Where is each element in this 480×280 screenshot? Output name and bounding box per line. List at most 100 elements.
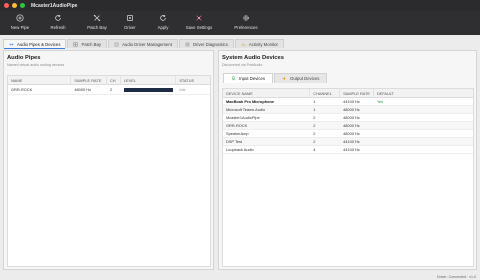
device-name: Loopback Audio: [226, 147, 254, 152]
devices-table-header: DEVICE NAME CHANNEL SAMPLE RATE DEFAULT: [223, 89, 473, 98]
table-row[interactable]: Microsoft Teams Audio 1 48000 Hz: [223, 106, 473, 114]
device-channels: 2: [313, 131, 316, 136]
pipe-channels: 2: [110, 87, 113, 92]
tab-activity-monitor[interactable]: Activity Monitor: [234, 39, 284, 48]
device-name: DSP Test: [226, 139, 243, 144]
driver-icon: [114, 42, 119, 46]
device-name: SpeakerAmp: [226, 131, 249, 136]
close-window-button[interactable]: [4, 3, 9, 8]
column-header-default[interactable]: DEFAULT: [374, 89, 473, 97]
device-sample-rate: 48000 Hz: [343, 115, 360, 120]
pipes-table-header: NAME SAMPLE RATE CH LEVEL STATUS: [8, 76, 210, 85]
driver-label: Driver: [124, 25, 136, 30]
refresh-label: Refresh: [50, 25, 66, 30]
device-default: [374, 114, 473, 121]
table-row[interactable]: DSP Test 2 44100 Hz: [223, 138, 473, 146]
level-meter: [123, 87, 173, 92]
device-default: [374, 146, 473, 153]
apply-button[interactable]: Apply: [146, 14, 180, 30]
device-sample-rate: 48000 Hz: [343, 131, 360, 136]
save-settings-button[interactable]: Save Settings: [182, 14, 216, 30]
device-default: [374, 122, 473, 129]
driver-icon: [127, 15, 133, 21]
pipe-status: Idle: [179, 87, 186, 92]
tab-label: Audio Driver Management: [122, 41, 172, 47]
device-sample-rate: 44100 Hz: [343, 139, 360, 144]
zoom-window-button[interactable]: [20, 3, 25, 8]
save-settings-icon: [196, 15, 202, 21]
status-bar: Driver: Connected · v1.0: [0, 273, 480, 280]
pipe-icon: [9, 43, 14, 45]
title-bar: Mcaster1AudioPipe: [0, 0, 480, 11]
minimize-window-button[interactable]: [12, 3, 17, 8]
device-name: Microsoft Teams Audio: [226, 107, 266, 112]
save-settings-label: Save Settings: [185, 25, 213, 30]
grid-icon: [73, 42, 78, 46]
table-row[interactable]: SpeakerAmp 2 48000 Hz: [223, 130, 473, 138]
pipe-name: GRR-ROCK: [11, 87, 33, 92]
patch-bay-button[interactable]: Patch Bay: [80, 14, 114, 30]
tab-label: Audio Pipes & Devices: [17, 41, 61, 47]
diagnostics-icon: [185, 42, 190, 46]
device-sample-rate: 48000 Hz: [343, 107, 360, 112]
tab-audio-pipes-devices[interactable]: Audio Pipes & Devices: [3, 39, 67, 49]
column-header-level[interactable]: LEVEL: [121, 76, 177, 84]
driver-button[interactable]: Driver: [113, 14, 147, 30]
refresh-icon: [55, 14, 61, 21]
device-default: Yes: [376, 99, 384, 104]
column-header-status[interactable]: STATUS: [176, 76, 210, 84]
window-title: Mcaster1AudioPipe: [31, 2, 78, 9]
gear-icon: [243, 15, 249, 21]
device-channels: 1: [313, 99, 316, 104]
devices-table: DEVICE NAME CHANNEL SAMPLE RATE DEFAULT …: [222, 88, 474, 267]
device-channels: 1: [313, 107, 316, 112]
column-header-channel[interactable]: CHANNEL: [310, 89, 341, 97]
table-row[interactable]: Mcaster1AudioPipe 2 48000 Hz: [223, 114, 473, 122]
tab-audio-driver-management[interactable]: Audio Driver Management: [108, 39, 178, 48]
column-header-name[interactable]: NAME: [8, 76, 72, 84]
table-row[interactable]: Loopback Audio 4 44100 Hz: [223, 146, 473, 154]
device-name: MacBook Pro Microphone: [226, 99, 274, 104]
device-channels: 4: [313, 147, 316, 152]
apply-label: Apply: [157, 25, 169, 30]
column-header-ch[interactable]: CH: [107, 76, 121, 84]
device-sample-rate: 44100 Hz: [343, 99, 360, 104]
mic-icon: [232, 76, 235, 81]
column-header-sample-rate[interactable]: SAMPLE RATE: [340, 89, 374, 97]
device-sample-rate: 48000 Hz: [343, 123, 360, 128]
device-sample-rate: 44100 Hz: [343, 147, 360, 152]
tab-input-devices[interactable]: Input Devices: [223, 73, 274, 83]
tab-label: Driver Diagnostics: [192, 41, 228, 47]
device-channels: 2: [313, 115, 316, 120]
device-default: [374, 130, 473, 137]
status-text: Driver: Connected · v1.0: [437, 274, 476, 279]
devices-table-body: MacBook Pro Microphone 1 44100 Hz Yes Micros…: [223, 98, 473, 154]
plus-circle-icon: [16, 14, 24, 22]
toolbar: New Pipe Refresh Patch Bay Driver Apply …: [0, 11, 480, 35]
new-pipe-label: New Pipe: [10, 25, 30, 30]
device-channels: 2: [313, 123, 316, 128]
refresh-button[interactable]: Refresh: [41, 14, 75, 30]
tab-output-devices[interactable]: Output Devices: [274, 73, 328, 83]
table-row[interactable]: MacBook Pro Microphone 1 44100 Hz Yes: [223, 98, 473, 106]
table-row[interactable]: GRR-ROCK 2 48000 Hz: [223, 122, 473, 130]
tab-patch-bay[interactable]: Patch Bay: [67, 39, 108, 48]
column-header-sample-rate[interactable]: SAMPLE RATE: [71, 76, 107, 84]
devices-title: System Audio Devices: [222, 55, 284, 61]
pipe-level: [121, 85, 176, 94]
tab-label: Input Devices: [239, 76, 266, 81]
tab-driver-diagnostics[interactable]: Driver Diagnostics: [178, 39, 234, 48]
preferences-button[interactable]: Preferences: [229, 14, 263, 30]
pipe-sample-rate: 48000 Hz: [74, 87, 92, 92]
audio-pipes-subtitle: Named virtual audio routing devices: [7, 63, 65, 67]
audio-pipes-panel: Audio Pipes Named virtual audio routing …: [3, 50, 214, 270]
activity-icon: [241, 42, 246, 46]
pipes-table: NAME SAMPLE RATE CH LEVEL STATUS GRR-ROC…: [7, 75, 211, 267]
devices-subtitle: Discovered via PortAudio: [222, 63, 263, 67]
window-controls: [4, 3, 25, 8]
new-pipe-button[interactable]: New Pipe: [3, 14, 37, 30]
patch-bay-icon: [93, 14, 101, 22]
device-default: [374, 106, 473, 113]
column-header-device-name[interactable]: DEVICE NAME: [223, 89, 311, 97]
table-row[interactable]: GRR-ROCK 48000 Hz 2 Idle: [8, 85, 210, 95]
